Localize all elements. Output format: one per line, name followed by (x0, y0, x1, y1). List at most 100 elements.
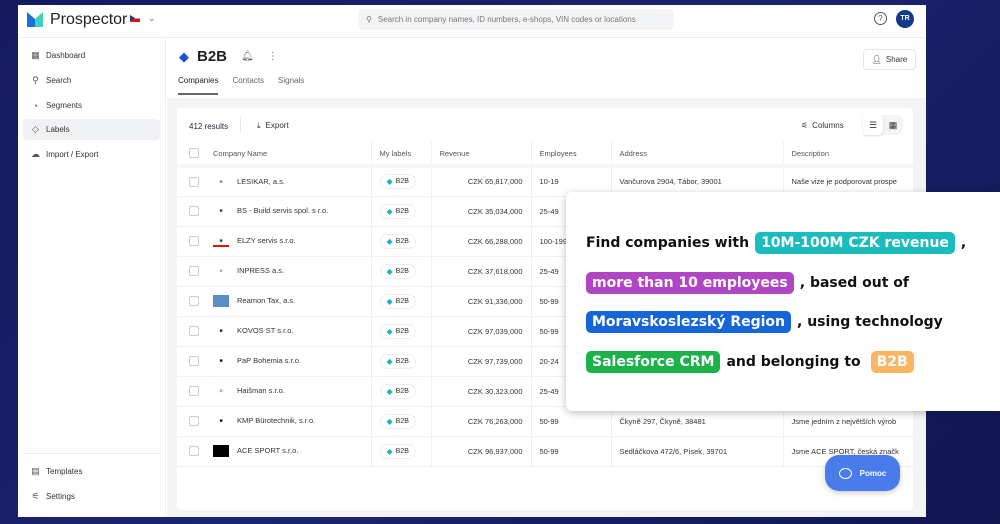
label-pill[interactable]: ◆ B2B (379, 413, 416, 429)
row-checkbox[interactable] (189, 356, 199, 366)
company-name-cell: ■ ELZY servis s.r.o. (205, 226, 372, 257)
tab-signals[interactable]: Signals (278, 76, 304, 95)
search-input[interactable]: ⚲ Search in company names, ID numbers, e-… (358, 9, 674, 30)
company-name[interactable]: KOVOS ST s.r.o. (237, 326, 294, 335)
revenue-cell: CZK 97,039,000 (431, 316, 532, 347)
row-checkbox[interactable] (189, 326, 199, 336)
grid-view-icon[interactable]: ▦ (883, 115, 903, 135)
tab-companies[interactable]: Companies (178, 76, 219, 95)
company-logo: ■ (213, 445, 229, 457)
row-checkbox[interactable] (189, 176, 199, 187)
select-all-checkbox[interactable] (189, 148, 199, 158)
chat-bubble-icon (838, 467, 852, 479)
table-row[interactable]: ■ ACE SPORT s.r.o. ◆ B2B CZK 96,937,000 50… (177, 436, 913, 467)
help-chat-button[interactable]: Pomoc (825, 455, 900, 491)
label-pill[interactable]: ◆ B2B (379, 263, 416, 279)
company-name[interactable]: ACE SPORT s.r.o. (237, 446, 298, 455)
column-header[interactable]: Company Name (205, 142, 372, 168)
employees-chip: more than 10 employees (586, 272, 794, 294)
app-name: Prospector (50, 11, 128, 28)
sidebar-item-label: Dashboard (46, 51, 86, 60)
row-checkbox[interactable] (189, 446, 199, 456)
company-name[interactable]: PaP Bohemia s.r.o. (237, 356, 301, 365)
export-button[interactable]: ⤓ Export (257, 121, 289, 131)
row-checkbox[interactable] (189, 386, 199, 396)
label-pill[interactable]: ◆ B2B (379, 293, 416, 309)
company-name[interactable]: LESIKAR, a.s. (237, 177, 285, 186)
chevron-down-icon[interactable]: ⌄ (148, 13, 156, 24)
company-name[interactable]: Reamon Tax, a.s. (237, 296, 295, 305)
column-header[interactable]: Address (611, 142, 784, 168)
tag-icon: ◆ (386, 416, 393, 426)
page-header: ◆ B2B 🔔︎ ⋮ (179, 48, 278, 65)
company-logo: ■ (219, 358, 223, 364)
column-header[interactable]: Employees (531, 142, 612, 168)
row-checkbox[interactable] (189, 236, 199, 246)
company-logo: ■ (219, 328, 223, 334)
label-pill[interactable]: ◆ B2B (379, 233, 416, 249)
list-view-icon[interactable]: ☰ (863, 115, 883, 135)
sidebar-item-label: Search (46, 76, 72, 85)
company-name-cell: ■ KOVOS ST s.r.o. (205, 316, 372, 347)
help-icon[interactable]: ? (874, 12, 887, 25)
row-checkbox[interactable] (189, 206, 199, 216)
label-text: B2B (395, 267, 409, 275)
column-header[interactable]: Revenue (431, 142, 532, 168)
company-name-cell: ■ ACE SPORT s.r.o. (205, 436, 372, 467)
address-cell: Sedláčkova 472/6, Písek, 39701 (611, 436, 784, 467)
company-name-cell: ■ Reamon Tax, a.s. (205, 286, 372, 317)
labels-cell: ◆ B2B (371, 376, 432, 407)
prompt-text: , (960, 235, 967, 251)
company-name[interactable]: Haišman s.r.o. (237, 386, 285, 395)
columns-button[interactable]: ⚟ Columns (801, 121, 844, 130)
avatar[interactable]: TR (896, 10, 914, 28)
sidebar-item-segments[interactable]: ◔ Segments (23, 95, 160, 116)
company-logo: ■ (213, 295, 229, 307)
company-name[interactable]: ELZY servis s.r.o. (237, 236, 296, 245)
download-icon: ⤓ (257, 121, 261, 130)
grid-icon: ▦ (31, 50, 40, 60)
label-pill[interactable]: ◆ B2B (379, 383, 416, 399)
share-button[interactable]: 👤︎ Share (863, 49, 916, 70)
sidebar-item-templates[interactable]: ▤ Templates (23, 461, 160, 482)
label-pill[interactable]: ◆ B2B (379, 353, 416, 369)
label-pill[interactable]: ◆ B2B (379, 323, 416, 339)
columns-label: Columns (812, 121, 844, 130)
tag-icon: ◆ (386, 206, 393, 216)
sidebar-item-search[interactable]: ⚲ Search (23, 70, 160, 91)
revenue-cell: CZK 30,323,000 (431, 376, 532, 407)
label-pill[interactable]: ◆ B2B (379, 443, 416, 459)
label-text: B2B (395, 178, 409, 186)
czech-flag-icon[interactable] (130, 15, 140, 22)
bell-icon[interactable]: 🔔︎ (241, 51, 254, 62)
label-pill[interactable]: ◆ B2B (379, 203, 416, 219)
add-user-icon: 👤︎ (871, 55, 882, 64)
labels-cell: ◆ B2B (371, 226, 432, 257)
row-select-cell (177, 316, 205, 347)
column-header[interactable]: Description (783, 142, 913, 168)
label-text: B2B (395, 357, 409, 365)
revenue-cell: CZK 96,937,000 (431, 436, 532, 467)
sidebar-item-settings[interactable]: ⚟ Settings (23, 486, 160, 507)
label-pill[interactable]: ◆ B2B (379, 174, 416, 190)
more-icon[interactable]: ⋮ (268, 51, 278, 62)
revenue-cell: CZK 35,034,000 (431, 196, 532, 227)
sidebar-item-import-export[interactable]: ☁ Import / Export (23, 144, 160, 165)
company-name[interactable]: KMP Bürotechnik, s.r.o. (237, 416, 315, 425)
labels-cell: ◆ B2B (371, 346, 432, 377)
row-checkbox[interactable] (189, 416, 199, 426)
revenue-chip: 10M-100M CZK revenue (755, 232, 955, 254)
sidebar-divider (23, 453, 160, 454)
tab-contacts[interactable]: Contacts (232, 76, 264, 95)
sidebar-item-dashboard[interactable]: ▦ Dashboard (23, 45, 160, 66)
company-logo: ■ (219, 208, 223, 214)
column-header[interactable]: My labels (371, 142, 432, 168)
results-count: 412 results (189, 122, 229, 131)
company-name[interactable]: BS - Build servis spol. s r.o. (237, 206, 328, 215)
row-checkbox[interactable] (189, 266, 199, 276)
tag-icon: ◆ (386, 386, 393, 396)
search-placeholder: Search in company names, ID numbers, e-s… (377, 15, 636, 24)
company-name[interactable]: INPRESS a.s. (237, 266, 284, 275)
row-checkbox[interactable] (189, 296, 199, 306)
sidebar-item-labels[interactable]: ◇ Labels (23, 119, 160, 140)
